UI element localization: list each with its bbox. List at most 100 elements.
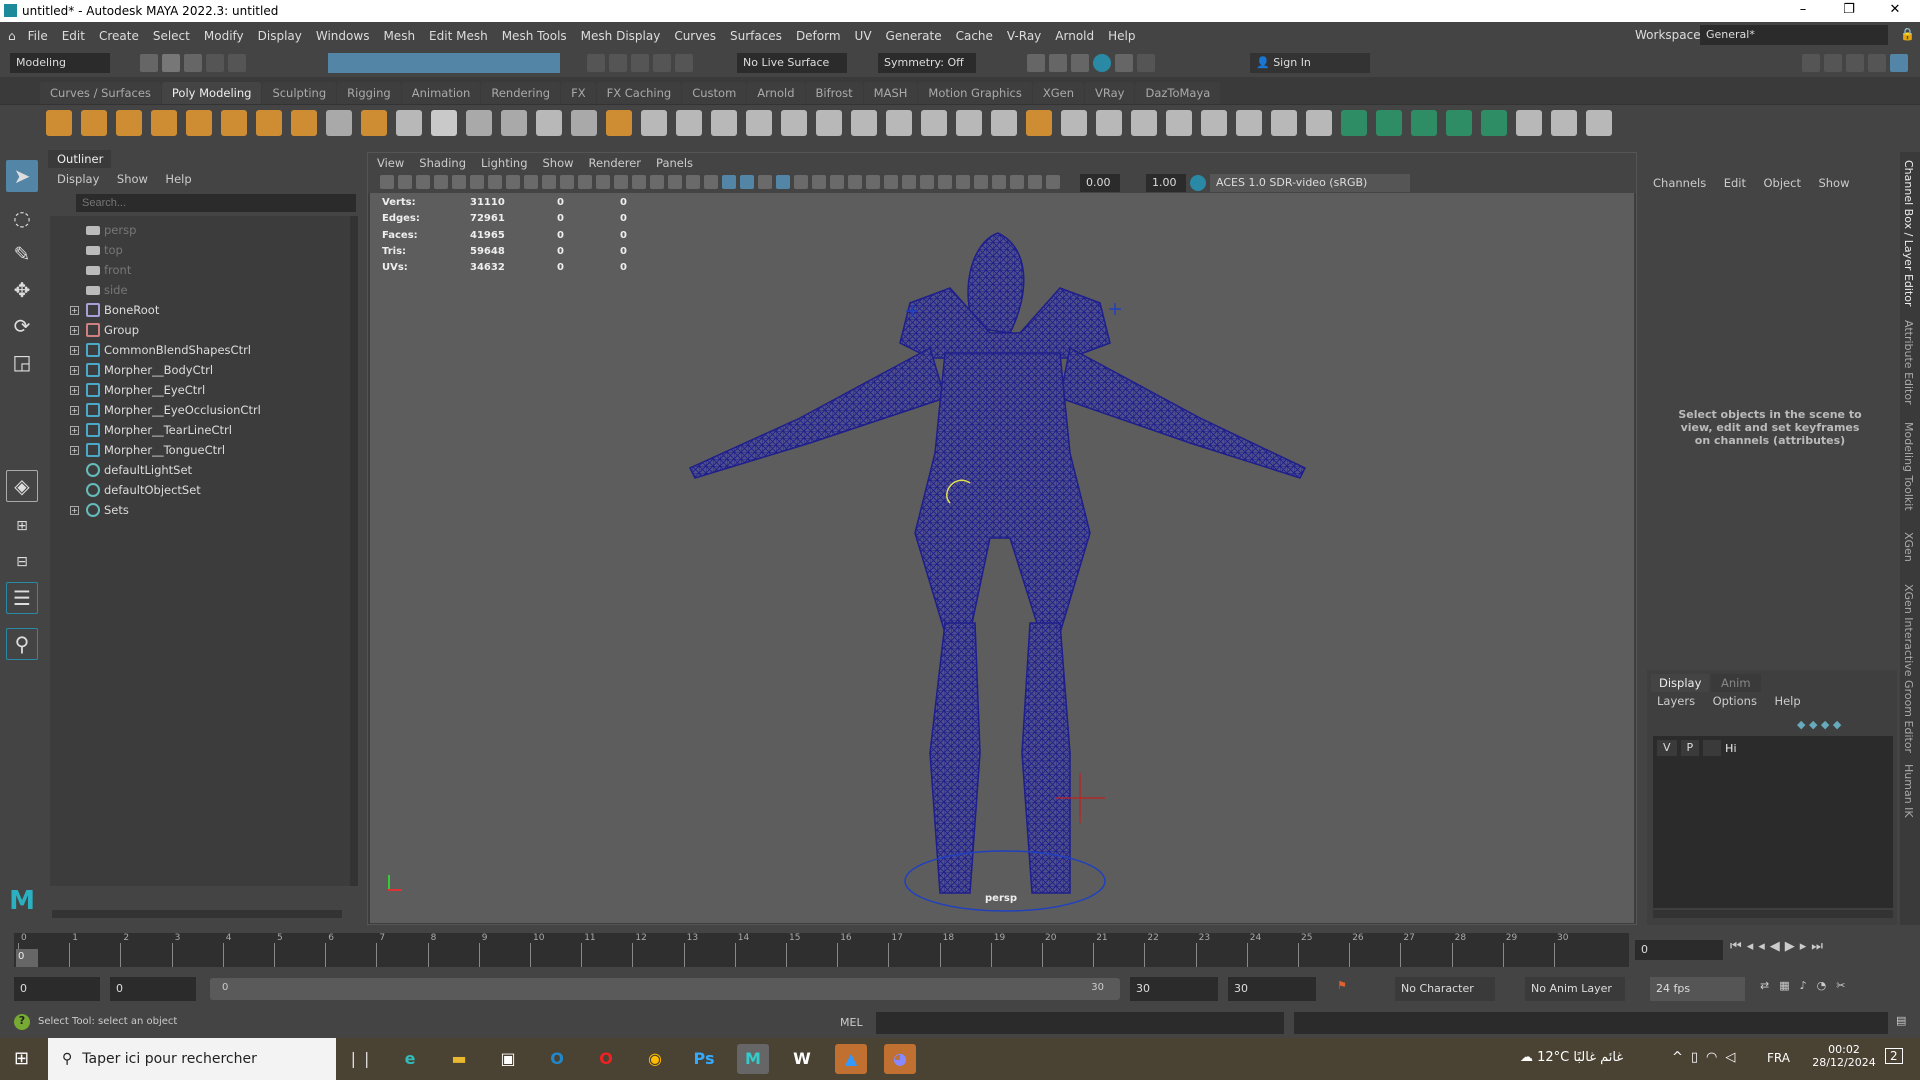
ipr-icon[interactable] (1049, 54, 1067, 72)
shelf-tool-icon[interactable] (1096, 110, 1122, 136)
shelf-tool-icon[interactable] (1341, 110, 1367, 136)
menu-mesh[interactable]: Mesh (383, 29, 415, 43)
viewport-tool-icon[interactable] (650, 175, 664, 189)
task-view-icon[interactable]: ❘❘ (344, 1044, 376, 1074)
shelf-tool-icon[interactable] (1201, 110, 1227, 136)
language-indicator[interactable]: FRA (1767, 1051, 1790, 1065)
expand-icon[interactable]: + (70, 385, 79, 395)
wordpad-icon[interactable]: W (786, 1044, 818, 1074)
viewport-tool-icon[interactable] (1046, 175, 1060, 189)
outliner-item[interactable]: + Group (50, 320, 350, 340)
shelf-tab-mash[interactable]: MASH (863, 82, 918, 104)
menuset-dropdown[interactable]: Modeling (10, 53, 110, 73)
viewport-tool-icon[interactable] (956, 175, 970, 189)
viewport-tool-icon[interactable] (632, 175, 646, 189)
viewport-tool-icon[interactable] (812, 175, 826, 189)
side-tab-attribute-editor[interactable]: Attribute Editor (1902, 320, 1915, 405)
viewport-tool-icon[interactable] (884, 175, 898, 189)
expand-icon[interactable]: + (70, 345, 79, 355)
viewport-tool-icon[interactable] (794, 175, 808, 189)
menu-uv[interactable]: UV (855, 29, 872, 43)
shelf-tool-icon[interactable] (1236, 110, 1262, 136)
shelf-tool-icon[interactable] (746, 110, 772, 136)
viewport-tool-icon[interactable] (542, 175, 556, 189)
shelf-tool-icon[interactable] (1271, 110, 1297, 136)
shelf-tool-icon[interactable] (431, 110, 457, 136)
file-explorer-icon[interactable]: ▬ (443, 1044, 475, 1074)
shelf-tool-icon[interactable] (1376, 110, 1402, 136)
viewport-tool-icon[interactable] (416, 175, 430, 189)
menu-generate[interactable]: Generate (886, 29, 942, 43)
viewport-tool-icon[interactable] (380, 175, 394, 189)
outliner-item[interactable]: defaultObjectSet (50, 480, 350, 500)
menu-deform[interactable]: Deform (796, 29, 841, 43)
shelf-tool-icon[interactable] (781, 110, 807, 136)
viewport-menu-view[interactable]: View (377, 156, 404, 170)
shelf-tool-icon[interactable] (151, 110, 177, 136)
viewport-tool-icon[interactable] (470, 175, 484, 189)
current-time-marker[interactable]: 0 (16, 949, 38, 967)
color-management-toggle-icon[interactable] (1190, 175, 1206, 191)
outliner-item[interactable]: + Morpher__EyeCtrl (50, 380, 350, 400)
human-ik-icon[interactable] (1824, 54, 1842, 72)
menu-mesh-tools[interactable]: Mesh Tools (502, 29, 567, 43)
current-frame-field[interactable]: 0 (1635, 940, 1723, 960)
channel-box-icon[interactable] (1890, 54, 1908, 72)
maya-taskbar-icon[interactable]: M (737, 1044, 769, 1074)
channels-menu-channels[interactable]: Channels (1653, 176, 1706, 190)
save-scene-icon[interactable] (184, 54, 202, 72)
viewport-tool-icon[interactable] (974, 175, 988, 189)
outliner-tab[interactable]: Outliner (48, 150, 111, 168)
shelf-tool-icon[interactable] (571, 110, 597, 136)
viewport-tool-icon[interactable] (938, 175, 952, 189)
move-tool-icon[interactable]: ✥ (6, 274, 38, 306)
outliner-menu-help[interactable]: Help (165, 172, 191, 186)
viewport-tool-icon[interactable] (434, 175, 448, 189)
viewport-tool-icon[interactable] (740, 175, 754, 189)
shelf-tool-icon[interactable] (291, 110, 317, 136)
home-icon[interactable]: ⌂ (8, 29, 16, 43)
menu-edit[interactable]: Edit (62, 29, 85, 43)
auto-key-icon[interactable]: ⚑ (1337, 979, 1347, 992)
time-slider[interactable]: 0 1 2 3 4 5 6 7 8 9 10 11 12 13 14 15 16 17 18 19 20 21 22 23 24… (0, 933, 1920, 969)
exposure-field[interactable]: 0.00 (1080, 174, 1120, 192)
layer-menu-help[interactable]: Help (1774, 694, 1800, 708)
menu-help[interactable]: Help (1108, 29, 1135, 43)
shelf-tool-icon[interactable] (641, 110, 667, 136)
search-icon[interactable]: ⚲ (6, 628, 38, 660)
render-icon[interactable] (1027, 54, 1045, 72)
shelf-tool-icon[interactable] (221, 110, 247, 136)
command-input[interactable] (876, 1012, 1284, 1034)
tool-settings-icon[interactable] (1868, 54, 1886, 72)
anim-end-field[interactable]: 30 (1130, 977, 1218, 1001)
expand-icon[interactable]: + (70, 365, 79, 375)
shelf-tool-icon[interactable] (956, 110, 982, 136)
menu-cache[interactable]: Cache (956, 29, 993, 43)
undo-icon[interactable] (206, 54, 224, 72)
shelf-tab-sculpting[interactable]: Sculpting (262, 82, 337, 104)
shelf-tool-icon[interactable] (326, 110, 352, 136)
playback-option-icons[interactable]: ⇄▦♪◔✂ (1760, 979, 1855, 992)
layer-type-toggle[interactable] (1703, 740, 1722, 756)
menu-vray[interactable]: V-Ray (1007, 29, 1041, 43)
shelf-tool-icon[interactable] (186, 110, 212, 136)
viewport-tool-icon[interactable] (560, 175, 574, 189)
viewport-menu-panels[interactable]: Panels (656, 156, 693, 170)
channels-menu-show[interactable]: Show (1818, 176, 1849, 190)
shelf-tool-icon[interactable] (816, 110, 842, 136)
outliner-hscrollbar[interactable] (52, 910, 342, 918)
outliner-vscrollbar[interactable] (350, 216, 358, 886)
outliner-item[interactable]: + CommonBlendShapesCtrl (50, 340, 350, 360)
open-scene-icon[interactable] (162, 54, 180, 72)
discord-icon[interactable]: ◕ (884, 1044, 916, 1074)
chrome-icon[interactable]: ◉ (639, 1044, 671, 1074)
side-tab-modeling-toolkit[interactable]: Modeling Toolkit (1902, 422, 1915, 511)
expand-icon[interactable]: + (70, 445, 79, 455)
modeling-toolkit-icon[interactable] (1802, 54, 1820, 72)
render-view-icon[interactable] (1115, 54, 1133, 72)
shelf-tool-icon[interactable] (991, 110, 1017, 136)
viewport-tool-icon[interactable] (686, 175, 700, 189)
viewport-tool-icon[interactable] (614, 175, 628, 189)
outliner-item[interactable]: + Morpher__TearLineCtrl (50, 420, 350, 440)
snap-grid-icon[interactable] (587, 54, 605, 72)
